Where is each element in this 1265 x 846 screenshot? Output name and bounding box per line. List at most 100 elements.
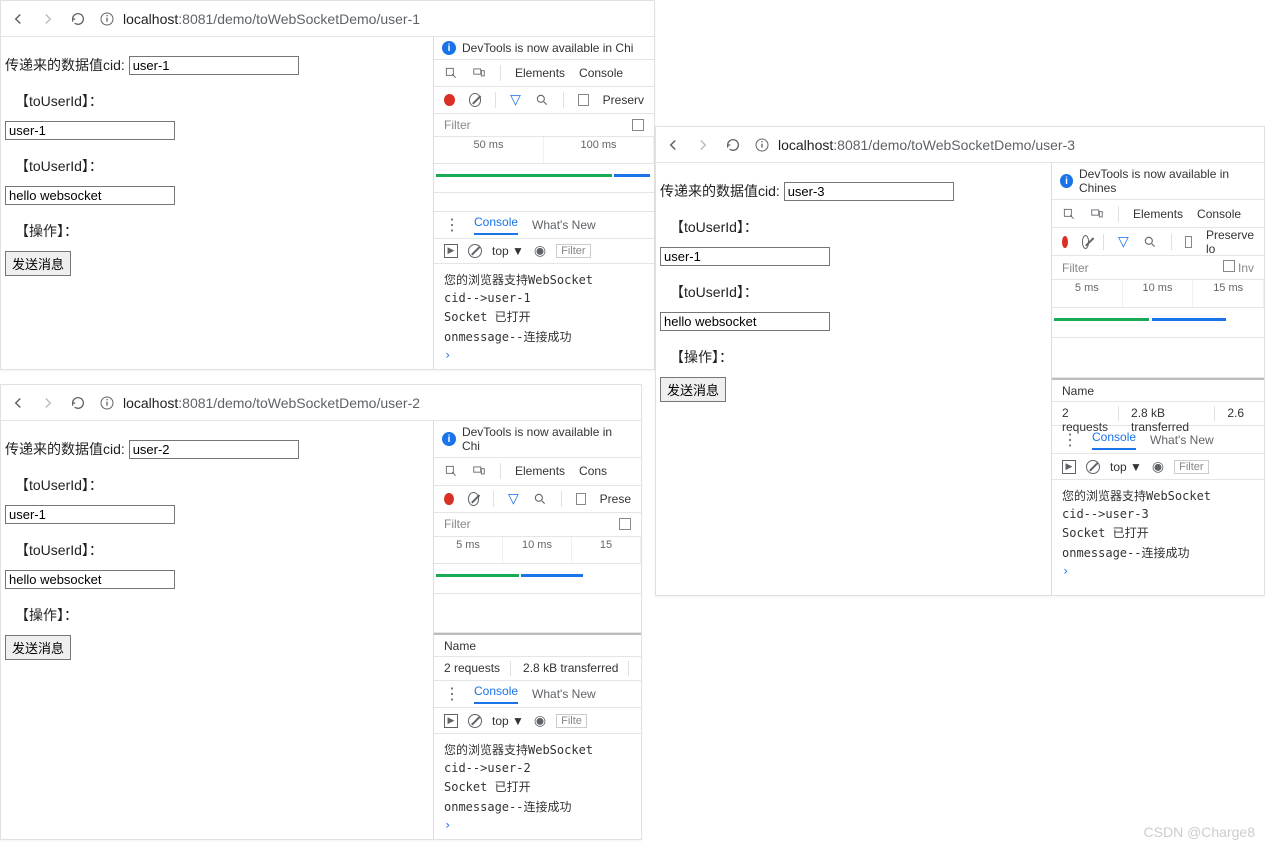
toolbar: localhost:8081/demo/toWebSocketDemo/user… <box>656 127 1264 163</box>
network-summary: 2 requests 2.8 kB transferred 2.6 <box>1052 402 1264 426</box>
play-icon[interactable]: ▶ <box>444 714 458 728</box>
info-icon: i <box>442 432 456 446</box>
devtools-tabs: Elements Cons <box>434 458 641 486</box>
search-icon[interactable] <box>533 492 547 506</box>
clear-console-icon[interactable] <box>1086 460 1100 474</box>
timeline: 50 ms 100 ms <box>434 137 654 164</box>
cid-input[interactable] <box>784 182 954 201</box>
device-icon[interactable] <box>1090 207 1104 221</box>
context-selector[interactable]: top ▼ <box>1110 460 1142 474</box>
drawer-menu-icon[interactable]: ⋮ <box>1062 430 1078 450</box>
filter-icon[interactable]: ▽ <box>510 91 521 108</box>
search-icon[interactable] <box>1143 235 1157 249</box>
console-filter[interactable]: Filter <box>556 244 590 258</box>
info-icon <box>754 137 770 153</box>
drawer-tab-whatsnew[interactable]: What's New <box>532 687 596 701</box>
clear-icon[interactable] <box>468 492 480 506</box>
back-icon[interactable] <box>9 10 27 28</box>
inspect-icon[interactable] <box>1062 207 1076 221</box>
console-toolbar: ▶ top ▼ ◉ Filter <box>1052 454 1264 480</box>
console-log: 您的浏览器支持WebSocket cid-->user-2 Socket 已打开… <box>434 734 641 839</box>
console-prompt[interactable]: › <box>444 818 631 832</box>
filter-icon[interactable]: ▽ <box>1118 233 1129 250</box>
url-bar[interactable]: localhost:8081/demo/toWebSocketDemo/user… <box>754 137 1075 153</box>
to-user-input-2[interactable] <box>5 570 175 589</box>
devtools-tabs: Elements Console <box>1052 200 1264 228</box>
record-icon[interactable] <box>444 493 454 505</box>
context-selector[interactable]: top ▼ <box>492 714 524 728</box>
to-user-input-2[interactable] <box>5 186 175 205</box>
op-label: 【操作】： <box>670 347 1045 367</box>
drawer-tabs: ⋮ Console What's New <box>1052 426 1264 454</box>
page-content: 传递来的数据值cid: 【toUserId】： 【toUserId】： 【操作】… <box>1 421 433 839</box>
to-user-input-1[interactable] <box>660 247 830 266</box>
tab-elements[interactable]: Elements <box>515 464 565 478</box>
eye-icon[interactable]: ◉ <box>1152 458 1164 475</box>
forward-icon[interactable] <box>39 10 57 28</box>
inspect-icon[interactable] <box>444 464 458 478</box>
preserve-label: Preserve lo <box>1206 228 1254 256</box>
preserve-checkbox[interactable] <box>576 493 586 505</box>
to-user-input-1[interactable] <box>5 505 175 524</box>
filter-icon[interactable]: ▽ <box>508 490 519 507</box>
preserve-label: Prese <box>600 492 631 506</box>
reload-icon[interactable] <box>69 394 87 412</box>
send-button[interactable]: 发送消息 <box>5 251 71 276</box>
url-bar[interactable]: localhost:8081/demo/toWebSocketDemo/user… <box>99 395 420 411</box>
drawer-tab-console[interactable]: Console <box>474 215 518 235</box>
tab-console[interactable]: Cons <box>579 464 607 478</box>
console-filter[interactable]: Filter <box>1174 460 1208 474</box>
drawer-menu-icon[interactable]: ⋮ <box>444 684 460 704</box>
clear-console-icon[interactable] <box>468 244 482 258</box>
reload-icon[interactable] <box>724 136 742 154</box>
cid-input[interactable] <box>129 56 299 75</box>
inspect-icon[interactable] <box>444 66 458 80</box>
device-icon[interactable] <box>472 66 486 80</box>
forward-icon[interactable] <box>39 394 57 412</box>
drawer-tab-console[interactable]: Console <box>1092 430 1136 450</box>
network-toolbar: ▽ Preserve lo <box>1052 228 1264 256</box>
tab-console[interactable]: Console <box>1197 207 1241 221</box>
eye-icon[interactable]: ◉ <box>534 242 546 259</box>
preserve-checkbox[interactable] <box>578 94 589 106</box>
clear-icon[interactable] <box>1082 235 1090 249</box>
cid-input[interactable] <box>129 440 299 459</box>
console-prompt[interactable]: › <box>444 348 644 362</box>
drawer-tab-whatsnew[interactable]: What's New <box>532 218 596 232</box>
back-icon[interactable] <box>9 394 27 412</box>
device-icon[interactable] <box>472 464 486 478</box>
preserve-checkbox[interactable] <box>1185 236 1192 248</box>
context-selector[interactable]: top ▼ <box>492 244 524 258</box>
to-user-input-1[interactable] <box>5 121 175 140</box>
tab-elements[interactable]: Elements <box>515 66 565 80</box>
preserve-label: Preserv <box>603 93 644 107</box>
eye-icon[interactable]: ◉ <box>534 712 546 729</box>
clear-icon[interactable] <box>469 93 482 107</box>
back-icon[interactable] <box>664 136 682 154</box>
to-user-label-1: 【toUserId】： <box>15 475 427 495</box>
clear-console-icon[interactable] <box>468 714 482 728</box>
send-button[interactable]: 发送消息 <box>5 635 71 660</box>
url-bar[interactable]: localhost:8081/demo/toWebSocketDemo/user… <box>99 11 420 27</box>
record-icon[interactable] <box>1062 236 1068 248</box>
watermark: CSDN @Charge8 <box>1144 824 1255 840</box>
play-icon[interactable]: ▶ <box>444 244 458 258</box>
drawer-tab-whatsnew[interactable]: What's New <box>1150 433 1214 447</box>
network-summary: 2 requests 2.8 kB transferred <box>434 657 641 681</box>
tab-elements[interactable]: Elements <box>1133 207 1183 221</box>
send-button[interactable]: 发送消息 <box>660 377 726 402</box>
search-icon[interactable] <box>535 93 549 107</box>
forward-icon[interactable] <box>694 136 712 154</box>
drawer-menu-icon[interactable]: ⋮ <box>444 215 460 235</box>
console-prompt[interactable]: › <box>1062 564 1254 578</box>
play-icon[interactable]: ▶ <box>1062 460 1076 474</box>
reload-icon[interactable] <box>69 10 87 28</box>
console-filter[interactable]: Filte <box>556 714 587 728</box>
browser-window-3: localhost:8081/demo/toWebSocketDemo/user… <box>655 126 1265 596</box>
url-host: localhost <box>778 137 833 153</box>
tab-console[interactable]: Console <box>579 66 623 80</box>
op-label: 【操作】： <box>15 605 427 625</box>
drawer-tab-console[interactable]: Console <box>474 684 518 704</box>
to-user-input-2[interactable] <box>660 312 830 331</box>
record-icon[interactable] <box>444 94 455 106</box>
